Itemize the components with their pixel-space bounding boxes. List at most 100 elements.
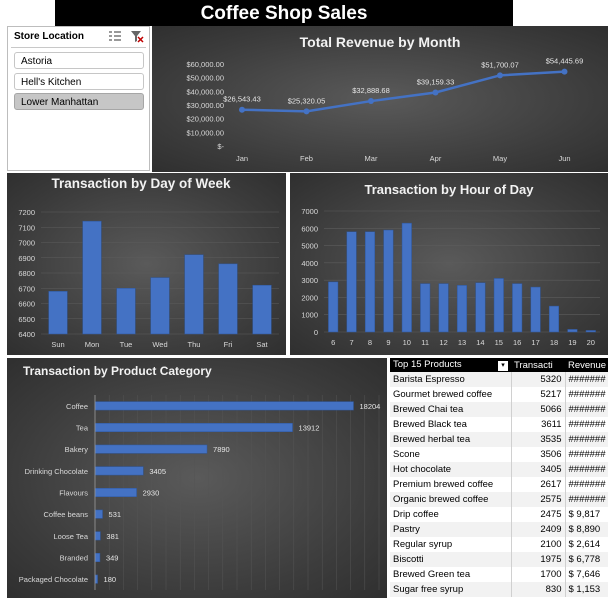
cell-revenue[interactable]: $ 8,890 (564, 522, 608, 537)
data-label: 13912 (299, 424, 320, 433)
cell-transactions[interactable]: 2409 (510, 522, 565, 537)
cell-transactions[interactable]: 5320 (510, 372, 565, 387)
slicer-item-hells-kitchen[interactable]: Hell's Kitchen (14, 73, 144, 90)
cell-product[interactable]: Regular syrup (390, 537, 511, 552)
cell-transactions[interactable]: 3405 (510, 462, 565, 477)
cell-revenue[interactable]: ####### (564, 387, 608, 402)
y-tick-label: 6500 (18, 315, 35, 324)
cell-revenue[interactable]: $ 6,778 (564, 552, 608, 567)
x-tick-label: Jan (236, 154, 248, 163)
data-label: $39,159.33 (417, 77, 455, 86)
cell-revenue[interactable]: $ 7,646 (564, 567, 608, 582)
cell-revenue[interactable]: ####### (564, 492, 608, 507)
dashboard-title: Coffee Shop Sales (55, 0, 513, 26)
bar (94, 553, 101, 562)
column-header-transactions[interactable]: Transacti (511, 358, 565, 372)
cell-transactions[interactable]: 1975 (510, 552, 565, 567)
x-tick-label: Apr (430, 154, 442, 163)
bar (493, 278, 504, 333)
cell-revenue[interactable]: $ 1,153 (564, 582, 608, 597)
bar (94, 466, 144, 476)
cell-revenue[interactable]: ####### (564, 402, 608, 417)
y-tick-label: 7200 (18, 208, 35, 217)
y-tick-label: 5000 (301, 242, 318, 251)
y-tick-label: $20,000.00 (186, 115, 224, 124)
cell-transactions[interactable]: 5217 (510, 387, 565, 402)
bar (94, 531, 101, 541)
bar (48, 291, 68, 335)
data-point (561, 68, 568, 75)
y-tick-label: Bakery (65, 445, 89, 454)
cell-product[interactable]: Brewed Chai tea (390, 402, 511, 417)
cell-product[interactable]: Pastry (390, 522, 511, 537)
cell-transactions[interactable]: 2617 (510, 477, 565, 492)
cell-transactions[interactable]: 3506 (510, 447, 565, 462)
y-tick-label: Packaged Chocolate (19, 575, 88, 584)
bar (94, 488, 137, 497)
cell-product[interactable]: Brewed Green tea (390, 567, 511, 582)
cell-transactions[interactable]: 3535 (510, 432, 565, 447)
y-tick-label: $60,000.00 (186, 60, 224, 69)
cell-revenue[interactable]: $ 2,614 (564, 537, 608, 552)
table-row: Premium brewed coffee 2617 ####### (390, 477, 608, 492)
x-tick-label: 9 (386, 338, 390, 347)
bar (438, 283, 449, 333)
table-row: Brewed Black tea 3611 ####### (390, 417, 608, 432)
cell-transactions[interactable]: 830 (510, 582, 565, 597)
table-row: Regular syrup 2100 $ 2,614 (390, 537, 608, 552)
x-tick-label: Tue (120, 340, 133, 349)
multi-select-icon[interactable] (108, 30, 122, 43)
slicer-item-lower-manhattan[interactable]: Lower Manhattan (14, 93, 144, 110)
column-header-revenue[interactable]: Revenue (565, 358, 608, 372)
clear-filter-icon[interactable] (130, 30, 144, 43)
cell-product[interactable]: Brewed herbal tea (390, 432, 511, 447)
cell-transactions[interactable]: 2100 (510, 537, 565, 552)
bar (456, 285, 468, 333)
cell-product[interactable]: Drip coffee (390, 507, 511, 522)
y-tick-label: Coffee beans (44, 510, 89, 519)
bar (475, 282, 486, 333)
cell-revenue[interactable]: ####### (564, 432, 608, 447)
filter-dropdown-icon[interactable]: ▾ (498, 361, 508, 371)
cell-revenue[interactable]: $ 9,817 (564, 507, 608, 522)
table-row: Organic brewed coffee 2575 ####### (390, 492, 608, 507)
y-tick-label: 0 (314, 328, 318, 337)
cell-product[interactable]: Sugar free syrup (390, 582, 511, 597)
table-row: Brewed herbal tea 3535 ####### (390, 432, 608, 447)
cell-product[interactable]: Scone (390, 447, 511, 462)
cell-revenue[interactable]: ####### (564, 372, 608, 387)
cell-product[interactable]: Organic brewed coffee (390, 492, 511, 507)
x-tick-label: 18 (550, 338, 558, 347)
bar (150, 277, 170, 335)
y-tick-label: 6600 (18, 300, 35, 309)
slicer-item-astoria[interactable]: Astoria (14, 52, 144, 69)
cell-product[interactable]: Gourmet brewed coffee (390, 387, 511, 402)
cell-product[interactable]: Barista Espresso (390, 372, 511, 387)
cell-product[interactable]: Brewed Black tea (390, 417, 511, 432)
column-header-product[interactable]: Top 15 Products ▾ (390, 358, 511, 372)
y-tick-label: 6900 (18, 254, 35, 263)
data-point (432, 89, 439, 96)
data-label: $25,320.05 (288, 96, 326, 105)
cell-product[interactable]: Hot chocolate (390, 462, 511, 477)
data-label: $51,700.07 (481, 60, 519, 69)
cell-transactions[interactable]: 2475 (510, 507, 565, 522)
cell-revenue[interactable]: ####### (564, 417, 608, 432)
x-tick-label: Wed (152, 340, 167, 349)
cell-revenue[interactable]: ####### (564, 477, 608, 492)
cell-transactions[interactable]: 1700 (510, 567, 565, 582)
data-label: $54,445.69 (546, 57, 584, 66)
cell-revenue[interactable]: ####### (564, 462, 608, 477)
cell-revenue[interactable]: ####### (564, 447, 608, 462)
y-tick-label: 4000 (301, 259, 318, 268)
cell-transactions[interactable]: 2575 (510, 492, 565, 507)
data-point (497, 72, 503, 79)
cell-transactions[interactable]: 5066 (510, 402, 565, 417)
cell-product[interactable]: Biscotti (390, 552, 511, 567)
column-header-product-label: Top 15 Products (393, 359, 462, 370)
cell-product[interactable]: Premium brewed coffee (390, 477, 511, 492)
slicer-header: Store Location (14, 31, 85, 42)
slicer-divider (11, 47, 146, 48)
x-tick-label: 10 (403, 338, 411, 347)
cell-transactions[interactable]: 3611 (510, 417, 565, 432)
